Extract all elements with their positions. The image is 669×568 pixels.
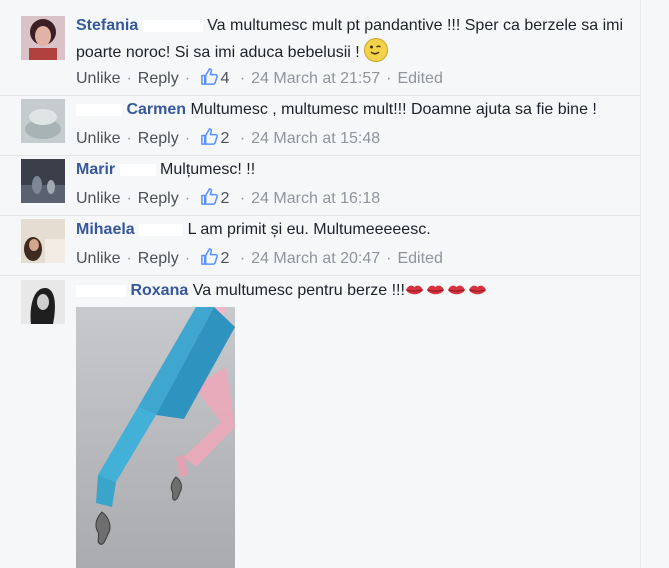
timestamp[interactable]: 24 March at 16:18 xyxy=(251,190,380,207)
like-count[interactable]: 2 xyxy=(200,248,233,267)
reply-link[interactable]: Reply xyxy=(138,250,179,267)
comment-meta: Unlike · Reply · 2 · 24 March at 20:47 · Edite… xyxy=(76,247,443,268)
unlike-link[interactable]: Unlike xyxy=(76,190,120,207)
kiss-lips-emoji xyxy=(405,282,489,299)
comment-divider xyxy=(0,155,640,156)
redacted-surname xyxy=(119,163,156,176)
commenter-name[interactable]: Roxana xyxy=(130,282,188,299)
like-count[interactable]: 2 xyxy=(200,128,233,147)
timestamp[interactable]: 24 March at 15:48 xyxy=(251,130,380,147)
avatar[interactable] xyxy=(21,219,65,263)
redacted-surname xyxy=(139,223,184,236)
comment-divider xyxy=(0,95,640,96)
commenter-name[interactable]: Stefania xyxy=(76,17,138,34)
top-strip xyxy=(0,0,669,8)
comment-text: Va multumesc pentru berze !!! xyxy=(192,282,405,299)
comment-meta: Unlike · Reply · 2 · 24 March at 15:48 xyxy=(76,127,380,148)
thumbs-up-icon xyxy=(201,188,219,205)
thumbs-up-icon xyxy=(201,128,219,145)
reply-link[interactable]: Reply xyxy=(138,70,179,87)
comment-photo-attachment[interactable] xyxy=(76,307,235,568)
avatar[interactable] xyxy=(21,99,65,143)
like-count[interactable]: 4 xyxy=(200,68,233,87)
avatar[interactable] xyxy=(21,159,65,203)
timestamp[interactable]: 24 March at 20:47 xyxy=(251,250,380,267)
thumbs-up-icon xyxy=(201,248,219,265)
comment-divider xyxy=(0,275,640,276)
redacted-surname xyxy=(76,103,122,116)
winking-face-emoji xyxy=(364,38,389,62)
comment-text: Multumesc , multumesc mult!!! Doamne aju… xyxy=(190,101,597,118)
commenter-name[interactable]: Mihaela xyxy=(76,221,135,238)
thumbs-up-icon xyxy=(201,68,219,85)
reply-link[interactable]: Reply xyxy=(138,190,179,207)
like-count[interactable]: 2 xyxy=(200,188,233,207)
comment-divider xyxy=(0,215,640,216)
commenter-name[interactable]: Carmen xyxy=(126,101,186,118)
right-border xyxy=(640,0,641,568)
unlike-link[interactable]: Unlike xyxy=(76,130,120,147)
timestamp[interactable]: 24 March at 21:57 xyxy=(251,70,380,87)
avatar[interactable] xyxy=(21,280,65,324)
edited-label[interactable]: Edited xyxy=(397,70,442,87)
unlike-link[interactable]: Unlike xyxy=(76,70,120,87)
comment-meta: Unlike · Reply · 2 · 24 March at 16:18 xyxy=(76,187,380,208)
redacted-surname xyxy=(76,284,126,297)
edited-label[interactable]: Edited xyxy=(397,250,442,267)
reply-link[interactable]: Reply xyxy=(138,130,179,147)
unlike-link[interactable]: Unlike xyxy=(76,250,120,267)
avatar[interactable] xyxy=(21,16,65,60)
redacted-surname xyxy=(142,19,203,32)
commenter-name[interactable]: Marir xyxy=(76,161,115,178)
comment-text: L am primit și eu. Multumeeeeesc. xyxy=(187,221,431,238)
comment-meta: Unlike · Reply · 4 · 24 March at 21:57 · Edite… xyxy=(76,67,443,88)
comment-text: Mulțumesc! !! xyxy=(160,161,256,178)
